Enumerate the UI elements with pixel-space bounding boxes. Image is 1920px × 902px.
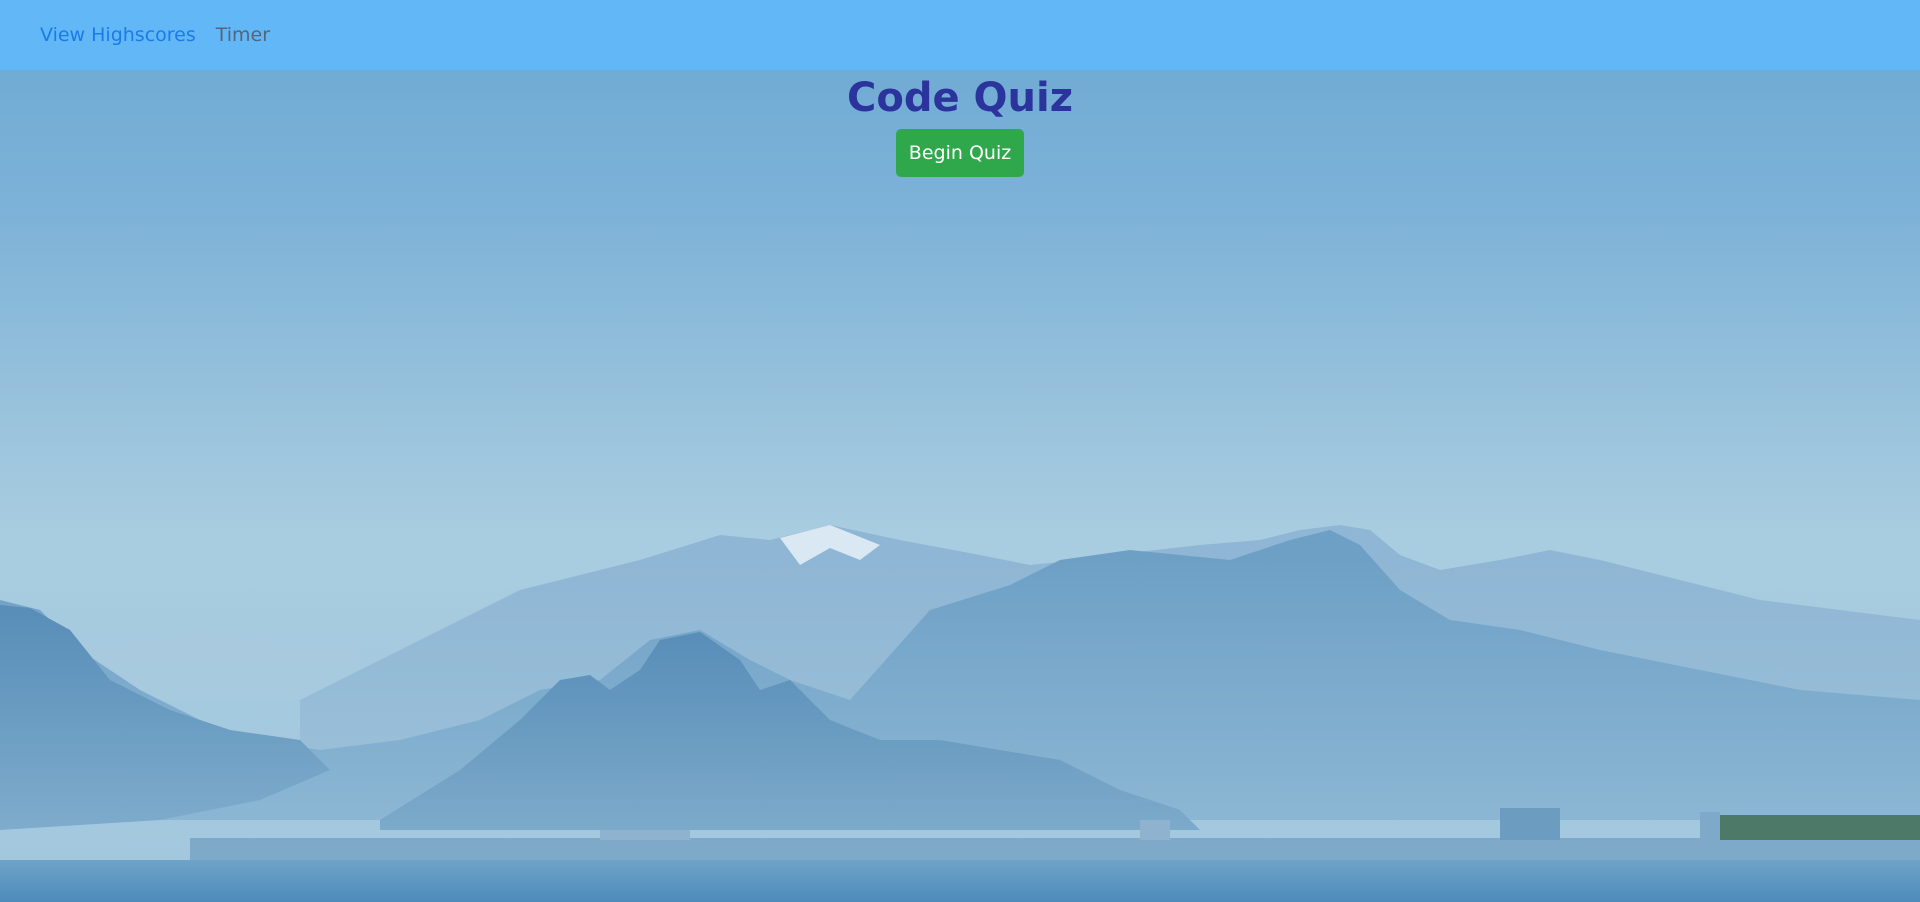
city-skyline: [190, 838, 1920, 860]
navbar: View Highscores Timer: [0, 0, 1920, 70]
view-highscores-link[interactable]: View Highscores: [40, 24, 196, 46]
page-title: Code Quiz: [847, 75, 1073, 121]
timer-link[interactable]: Timer: [216, 24, 270, 46]
page: View Highscores Timer Code Quiz Begin Qu…: [0, 0, 1920, 902]
lake-water: [0, 860, 1920, 902]
quiz-header: Code Quiz Begin Quiz: [0, 70, 1920, 177]
begin-quiz-button[interactable]: Begin Quiz: [896, 129, 1024, 177]
